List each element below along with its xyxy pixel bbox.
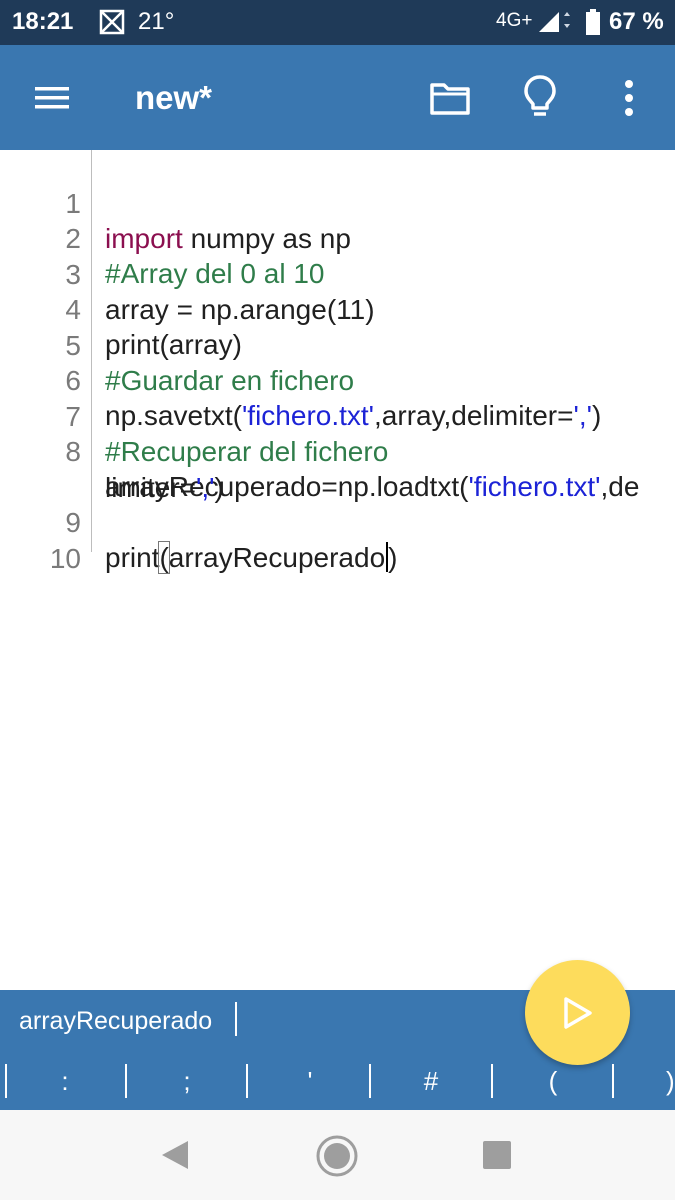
status-temperature: 21° xyxy=(138,8,175,35)
autocomplete-suggestion[interactable]: arrayRecuperado xyxy=(19,1007,212,1036)
code-line[interactable]: 3 array = np.arange(11) xyxy=(0,222,675,325)
symbol-key-open-paren[interactable]: ( xyxy=(523,1066,583,1097)
signal-icon xyxy=(539,12,570,32)
code-token: ) xyxy=(388,542,398,573)
recent-apps-icon[interactable] xyxy=(482,1140,512,1170)
code-token: arrayRecuperado xyxy=(168,542,386,573)
folder-icon[interactable] xyxy=(428,77,472,119)
battery-icon xyxy=(586,9,600,35)
code-line[interactable]: 5 #Guardar en fichero xyxy=(0,293,675,396)
code-line[interactable]: 1 import numpy as np xyxy=(0,151,675,254)
file-title: new* xyxy=(135,79,213,116)
run-button[interactable] xyxy=(525,960,630,1065)
code-line[interactable]: 4 print(array) xyxy=(0,257,675,360)
more-vert-icon[interactable] xyxy=(612,75,646,121)
code-line-wrapped[interactable]: limiter=',') xyxy=(0,435,675,503)
line-number: 10 xyxy=(49,543,81,574)
code-line[interactable]: 7 #Recuperar del fichero xyxy=(0,364,675,467)
system-nav-bar xyxy=(0,1110,675,1200)
code-line[interactable]: 6 np.savetxt('fichero.txt',array,delimit… xyxy=(0,328,675,431)
code-line[interactable]: 8 arrayRecuperado=np.loadtxt('fichero.tx… xyxy=(0,399,675,502)
symbol-key-colon[interactable]: : xyxy=(35,1066,95,1097)
code-line[interactable]: 2 #Array del 0 al 10 xyxy=(0,186,675,289)
app-bar: new* xyxy=(0,45,675,150)
symbol-key-hash[interactable]: # xyxy=(401,1066,461,1097)
suggestion-divider xyxy=(235,1002,237,1036)
symbol-key-quote[interactable]: ' xyxy=(280,1066,340,1097)
symbol-separator xyxy=(612,1064,614,1098)
code-token: print xyxy=(105,542,160,573)
status-bar: 18:21 21° 4G+ 67 % xyxy=(0,0,675,45)
matched-bracket: ( xyxy=(158,541,170,574)
symbol-separator xyxy=(5,1064,7,1098)
home-icon[interactable] xyxy=(315,1134,359,1178)
symbol-separator xyxy=(369,1064,371,1098)
code-line[interactable]: 9 print(arrayRecuperado) xyxy=(0,470,675,574)
notification-icon xyxy=(99,9,125,35)
status-time: 18:21 xyxy=(12,8,74,35)
back-icon[interactable] xyxy=(160,1139,190,1171)
symbol-separator xyxy=(125,1064,127,1098)
symbol-separator xyxy=(491,1064,493,1098)
symbol-key-close-paren[interactable]: ) xyxy=(640,1066,675,1097)
code-editor[interactable]: 1 import numpy as np 2 #Array del 0 al 1… xyxy=(0,150,675,990)
play-icon xyxy=(564,997,592,1029)
symbol-key-semicolon[interactable]: ; xyxy=(157,1066,217,1097)
status-network: 4G+ xyxy=(496,10,533,31)
symbol-separator xyxy=(246,1064,248,1098)
status-battery: 67 % xyxy=(609,8,664,35)
code-line[interactable]: 10 xyxy=(0,506,675,574)
menu-icon[interactable] xyxy=(30,78,74,118)
lightbulb-icon[interactable] xyxy=(520,73,560,121)
